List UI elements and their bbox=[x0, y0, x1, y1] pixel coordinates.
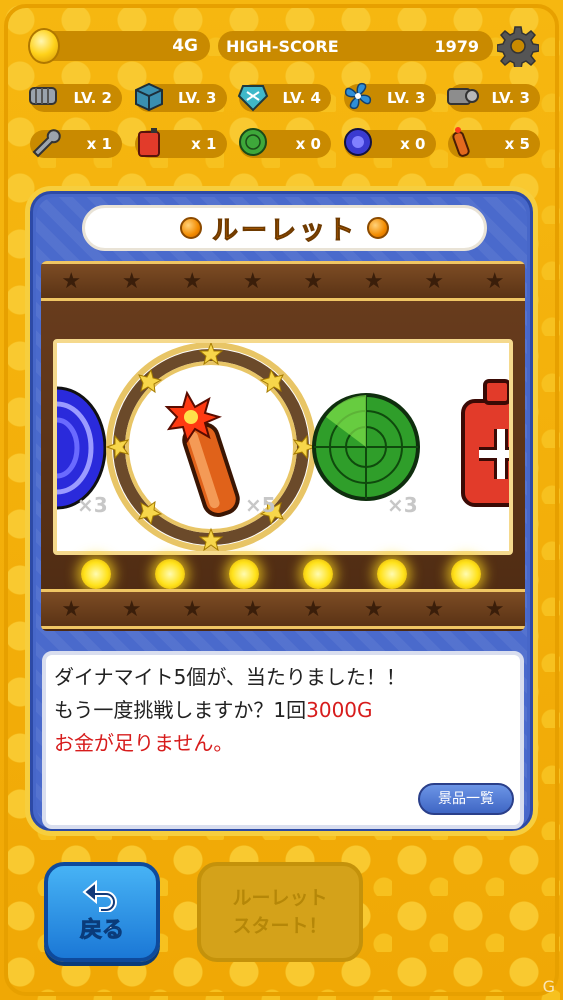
drill-icon bbox=[29, 87, 57, 105]
radar-multiplier: ×3 bbox=[387, 493, 418, 517]
star-row-top: ★ ★ ★ ★ ★ ★ ★ ★ bbox=[61, 268, 505, 294]
roulette-machine: ★ ★ ★ ★ ★ ★ ★ ★ ×3 ×5 ×3 ★ ★ ★ ★ ★ ★ ★ ★ bbox=[41, 261, 525, 631]
back-button-label: 戻る bbox=[79, 918, 124, 944]
box-level: LV. 3 bbox=[134, 82, 227, 112]
panel-title: ルーレット bbox=[211, 215, 357, 246]
engine-icon bbox=[447, 88, 479, 105]
dynamite-multiplier: ×5 bbox=[245, 493, 276, 517]
roulette-reel: ×3 ×5 ×3 bbox=[53, 339, 513, 555]
result-message-box: ダイナマイト5個が、当たりました！！ もう一度挑戦しますか？1回3000G お金… bbox=[42, 651, 524, 829]
radar-icon bbox=[239, 128, 267, 156]
upgrade-levels-row: LV. 2 LV. 3 LV. 4 LV. 3 LV. 3 bbox=[29, 82, 540, 112]
engine-level: LV. 3 bbox=[447, 84, 540, 112]
fuel-can-prize-icon bbox=[461, 379, 509, 507]
items-row: x 1 x 1 x 0 x 0 x 5 bbox=[30, 127, 540, 158]
watermark-logo: G bbox=[542, 977, 555, 996]
light-bulb bbox=[155, 559, 185, 589]
gold-counter: 4G bbox=[28, 28, 210, 64]
return-arrow-icon bbox=[82, 880, 117, 912]
title-left-orb-icon bbox=[179, 217, 202, 239]
wrench-icon bbox=[32, 129, 61, 158]
gem-icon bbox=[237, 85, 269, 112]
roulette-top-band: ★ ★ ★ ★ ★ ★ ★ ★ bbox=[41, 261, 525, 301]
roulette-bottom-band: ★ ★ ★ ★ ★ ★ ★ ★ bbox=[41, 589, 525, 629]
vortex-icon bbox=[343, 128, 372, 156]
star-row-bottom: ★ ★ ★ ★ ★ ★ ★ ★ bbox=[61, 596, 505, 622]
light-bulb bbox=[451, 559, 481, 589]
light-bulb bbox=[303, 559, 333, 589]
back-button[interactable]: 戻る bbox=[44, 862, 160, 962]
gold-value: 4G bbox=[172, 36, 198, 56]
radar-count: x 0 bbox=[239, 128, 331, 158]
gem-level: LV. 4 bbox=[237, 84, 331, 112]
box-icon bbox=[134, 82, 163, 112]
title-right-orb-icon bbox=[367, 217, 389, 239]
roulette-panel: ルーレット ★ ★ ★ ★ ★ ★ ★ ★ ×3 ×5 ×3 ★ ★ ★ ★ ★… bbox=[25, 186, 538, 836]
fuel-can-count: x 1 bbox=[134, 128, 227, 158]
radar-prize-icon bbox=[312, 393, 420, 501]
gear-icon[interactable] bbox=[497, 25, 539, 67]
wrench-count: x 1 bbox=[30, 129, 122, 158]
drill-level: LV. 2 bbox=[29, 84, 122, 112]
dynamite-count: x 5 bbox=[448, 127, 540, 158]
result-message-line1: ダイナマイト5個が、当たりました！！ bbox=[54, 665, 406, 689]
light-bulb bbox=[81, 559, 111, 589]
coin-icon bbox=[28, 28, 60, 64]
insufficient-funds-text: お金が足りません。 bbox=[54, 731, 234, 755]
spin-price: 3000G bbox=[306, 698, 373, 722]
fuel-can-icon bbox=[137, 128, 160, 157]
light-bulb bbox=[229, 559, 259, 589]
roulette-start-button[interactable]: ルーレット スタート！ bbox=[197, 862, 363, 962]
dynamite-icon bbox=[452, 127, 470, 157]
high-score-label: HIGH-SCORE bbox=[226, 36, 339, 56]
panel-title-bar: ルーレット bbox=[82, 205, 487, 251]
high-score-display: HIGH-SCORE 1979 bbox=[218, 31, 493, 61]
high-score-value: 1979 bbox=[434, 36, 479, 56]
prize-list-button[interactable]: 景品一覧 bbox=[418, 783, 514, 815]
vortex-count: x 0 bbox=[343, 128, 436, 158]
light-bulb bbox=[377, 559, 407, 589]
fan-icon bbox=[344, 82, 371, 110]
roulette-lights bbox=[81, 559, 481, 589]
fan-level: LV. 3 bbox=[343, 82, 436, 112]
result-message-line2: もう一度挑戦しますか？1回3000G bbox=[54, 698, 373, 722]
